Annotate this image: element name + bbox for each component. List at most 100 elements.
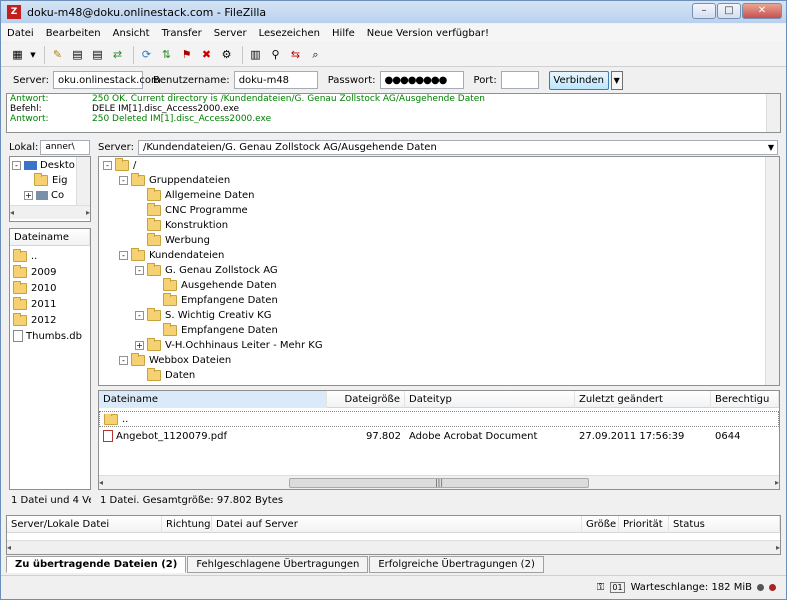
collapse-icon[interactable]: - [119,251,128,260]
process-queue-icon[interactable]: ⇅ [158,46,175,63]
log-row: Antwort: 250 Deleted IM[1].disc_Access20… [7,114,780,124]
dropdown-arrow-icon[interactable]: ▼ [29,46,37,63]
tab-successful-transfers[interactable]: Erfolgreiche Übertragungen (2) [369,556,544,573]
collapse-icon[interactable]: - [135,311,144,320]
folder-icon [13,312,27,326]
tree-item[interactable]: Werbung [135,233,210,248]
column-size[interactable]: Dateigröße [327,391,405,408]
log-row: Antwort: 250 OK. Current directory is /K… [7,94,780,104]
toggle-local-tree-icon[interactable]: ▤ [69,46,86,63]
tree-item[interactable]: CNC Programme [135,203,248,218]
toggle-remote-tree-icon[interactable]: ▤ [89,46,106,63]
table-row[interactable]: Angebot_1120079.pdf 97.802 Adobe Acrobat… [99,428,779,444]
refresh-icon[interactable]: ⟳ [138,46,155,63]
username-input[interactable]: doku-m48 [233,71,318,89]
menu-hilfe[interactable]: Hilfe [332,28,355,39]
local-files-header[interactable]: Dateiname [10,229,90,246]
connect-dropdown-icon[interactable]: ▼ [610,70,623,90]
site-manager-icon[interactable]: ▦ [9,46,26,63]
collapse-icon[interactable]: - [103,161,112,170]
tree-item[interactable]: Allgemeine Daten [135,188,254,203]
table-row[interactable]: .. [99,411,779,427]
tree-item[interactable]: - S. Wichtig Creativ KG [135,308,271,323]
port-input[interactable] [500,71,539,89]
tree-item[interactable]: - Gruppendateien [119,173,230,188]
collapse-icon[interactable]: - [135,266,144,275]
toggle-queue-icon[interactable]: ⇄ [109,46,126,63]
tab-failed-transfers[interactable]: Fehlgeschlagene Übertragungen [187,556,369,573]
remote-path-input[interactable]: /Kundendateien/G. Genau Zollstock AG/Aus… [138,139,778,155]
list-item[interactable]: Thumbs.db [13,328,82,344]
tree-item[interactable]: Empfangene Daten [151,323,278,338]
tree-item[interactable]: - G. Genau Zollstock AG [135,263,278,278]
filter-icon[interactable]: ▥ [247,46,264,63]
tree-item[interactable]: + V-H.Ochhinaus Leiter - Mehr KG [135,338,323,353]
tree-item[interactable]: - Deskto [12,158,75,173]
menu-ansicht[interactable]: Ansicht [113,28,150,39]
menu-lesezeichen[interactable]: Lesezeichen [259,28,320,39]
column-direction[interactable]: Richtung [162,516,212,533]
column-remote-file[interactable]: Datei auf Server [212,516,582,533]
tab-queued-files[interactable]: Zu übertragende Dateien (2) [6,556,187,573]
tree-item-label: Gruppendateien [149,175,231,186]
toggle-log-icon[interactable]: ✎ [49,46,66,63]
connect-button[interactable]: Verbinden [548,70,609,90]
local-path-input[interactable]: anner\ [40,139,91,155]
menu-new-version[interactable]: Neue Version verfügbar! [367,28,489,39]
queue-hscrollbar[interactable]: ◂ ▸ [7,540,780,554]
list-item[interactable]: 2009 [13,264,56,280]
filezilla-window: Z doku-m48@doku.onlinestack.com - FileZi… [0,0,787,600]
collapse-icon[interactable]: - [119,356,128,365]
log-row: Befehl: DELE IM[1].disc_Access2000.exe [7,104,780,114]
queue-header: Server/Lokale Datei Richtung Datei auf S… [7,516,780,533]
local-tree-hscrollbar[interactable]: ◂ ▸ [10,205,90,219]
list-item[interactable]: 2012 [13,312,56,328]
local-tree-scrollbar[interactable] [76,157,90,205]
remote-tree-scrollbar[interactable] [765,157,779,385]
column-size[interactable]: Größe [582,516,619,533]
collapse-icon[interactable]: - [119,176,128,185]
list-item[interactable]: 2011 [13,296,56,312]
search-icon[interactable]: ⌕ [307,46,324,63]
expand-icon[interactable]: + [135,341,144,350]
password-input[interactable]: ●●●●●●●● [379,71,464,89]
tree-item[interactable]: Daten [135,368,195,383]
local-path-bar: Lokal: anner\ [9,139,91,155]
remote-files-hscrollbar[interactable]: ◂ ||| ▸ [99,475,779,489]
menu-server[interactable]: Server [214,28,247,39]
reconnect-icon[interactable]: ⚙ [218,46,235,63]
file-modified: 27.09.2011 17:56:39 [579,430,685,442]
column-priority[interactable]: Priorität [619,516,669,533]
column-type[interactable]: Dateityp [405,391,575,408]
server-input[interactable]: oku.onlinestack.com [53,71,161,89]
tree-item[interactable]: - Webbox Dateien [119,353,231,368]
column-server-local-file[interactable]: Server/Lokale Datei [7,516,162,533]
menu-bearbeiten[interactable]: Bearbeiten [46,28,101,39]
close-button[interactable]: ✕ [742,3,782,19]
cancel-icon[interactable]: ⚑ [178,46,195,63]
maximize-button[interactable]: □ [717,3,741,19]
tree-item[interactable]: + Co [24,188,64,203]
disconnect-icon[interactable]: ✖ [198,46,215,63]
menu-transfer[interactable]: Transfer [162,28,202,39]
tree-item[interactable]: Konstruktion [135,218,228,233]
column-permissions[interactable]: Berechtigu [711,391,779,408]
list-item[interactable]: .. [13,248,37,264]
dropdown-arrow-icon[interactable]: ▼ [768,143,774,152]
column-status[interactable]: Status [669,516,780,533]
log-scrollbar[interactable] [766,94,780,132]
list-item[interactable]: 2010 [13,280,56,296]
tree-item[interactable]: - Kundendateien [119,248,224,263]
compare-icon[interactable]: ⚲ [267,46,284,63]
tree-item[interactable]: Eig [34,173,67,188]
tree-item[interactable]: - / [103,158,136,173]
sync-browse-icon[interactable]: ⇆ [287,46,304,63]
column-modified[interactable]: Zuletzt geändert [575,391,711,408]
minimize-button[interactable]: – [692,3,716,19]
quickconnect-bar: Server: oku.onlinestack.com Benutzername… [1,67,786,93]
tree-item[interactable]: Ausgehende Daten [151,278,277,293]
column-filename[interactable]: Dateiname [99,391,327,408]
tree-item[interactable]: Empfangene Daten [151,293,278,308]
menu-datei[interactable]: Datei [7,28,34,39]
local-file-list: Dateiname .. 2009 2010 2011 2012 Thumbs.… [9,228,91,490]
